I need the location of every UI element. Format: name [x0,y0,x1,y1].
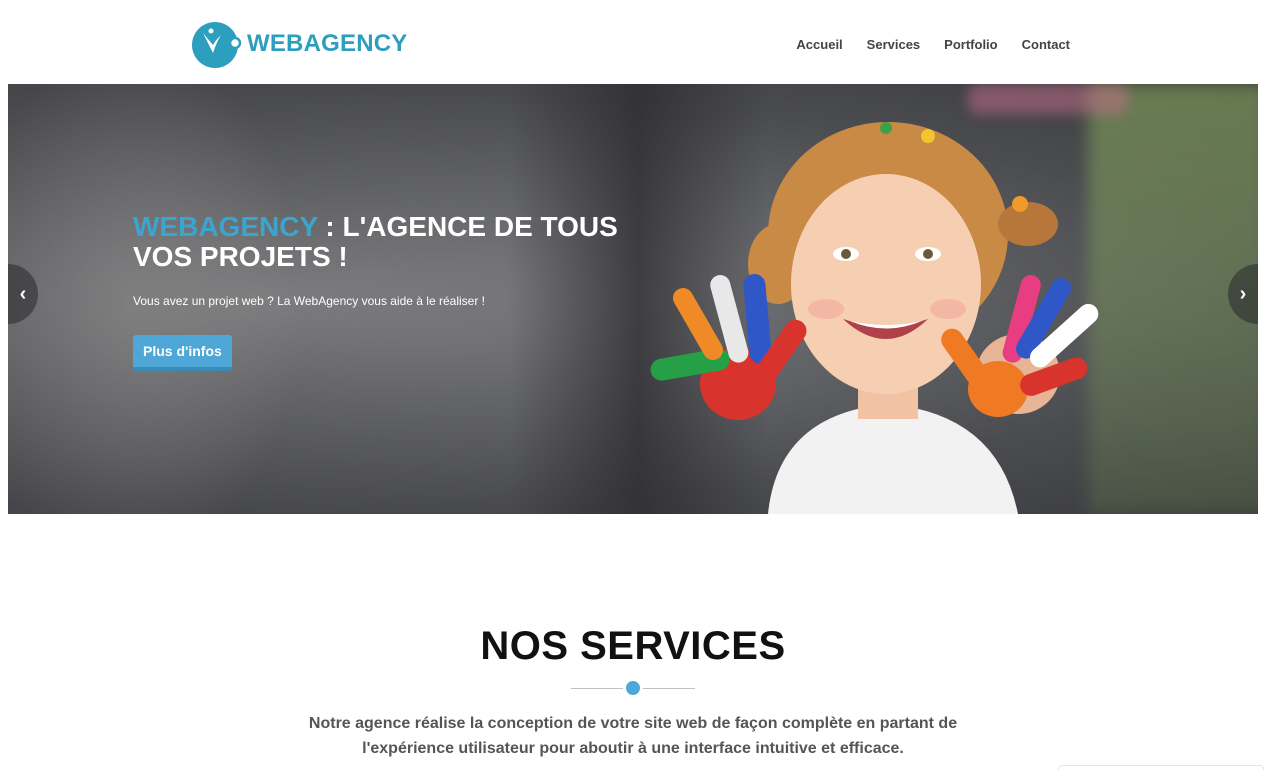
nav-item-contact[interactable]: Contact [1022,37,1070,52]
site-header: WEBAGENCY Accueil Services Portfolio Con… [0,0,1266,84]
section-divider [571,681,695,695]
chevron-left-icon: ‹ [19,282,27,305]
chevron-right-icon: › [1239,282,1247,305]
nav-item-services[interactable]: Services [867,37,921,52]
hero-image-child [650,122,1099,514]
nav-item-portfolio[interactable]: Portfolio [944,37,997,52]
nav-item-accueil[interactable]: Accueil [796,37,842,52]
hero-slider: WEBAGENCY : L'AGENCE DE TOUS VOS PROJETS… [8,84,1258,514]
divider-dot [626,681,640,695]
hero-title: WEBAGENCY : L'AGENCE DE TOUS VOS PROJETS… [133,212,653,272]
corner-widget [1058,765,1264,770]
logo-icon [192,22,241,68]
hero-subtitle: Vous avez un projet web ? La WebAgency v… [133,294,485,308]
hero-title-brand: WEBAGENCY [133,211,318,242]
services-description: Notre agence réalise la conception de vo… [308,715,958,757]
more-info-button[interactable]: Plus d'infos [133,335,232,371]
logo-text: WEBAGENCY [247,30,408,57]
logo[interactable]: WEBAGENCY [191,19,407,69]
main-nav: Accueil Services Portfolio Contact [796,37,1070,52]
services-title: NOS SERVICES [480,624,786,668]
